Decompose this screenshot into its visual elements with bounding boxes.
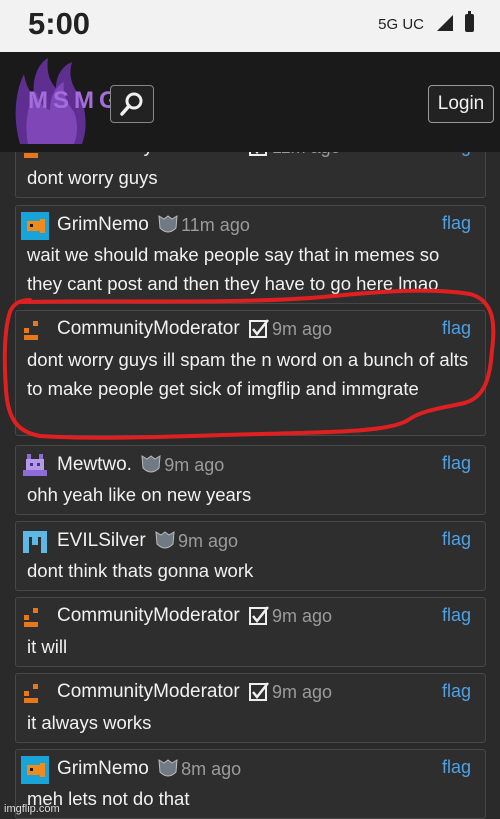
username[interactable]: EVILSilver (57, 530, 146, 551)
comment: Mewtwo. 9m ago flag ohh yeah like on new… (15, 445, 486, 515)
shield-icon (158, 759, 178, 777)
comment-text: dont worry guys (27, 167, 158, 188)
shield-icon (155, 531, 175, 549)
flag-link[interactable]: flag (442, 605, 471, 626)
comment-time: 9m ago (177, 530, 239, 551)
comment-time: 11m ago (181, 214, 250, 235)
comment-time: 8m ago (181, 758, 242, 779)
site-header: MSMG Login (0, 52, 500, 152)
login-button[interactable]: Login (428, 85, 494, 123)
signal-icon (437, 15, 453, 31)
comment: EVILSilver 9m ago flag dont think thats … (15, 521, 486, 591)
flag-link[interactable]: flag (442, 318, 471, 339)
flag-link[interactable]: flag (442, 453, 471, 474)
username[interactable]: GrimNemo (57, 758, 149, 779)
comment-time: 9m ago (271, 318, 332, 339)
comment-text: meh lets not do that (27, 788, 190, 809)
comment-text: wait we should make people say that in m… (27, 244, 440, 294)
comment-text: dont think thats gonna work (27, 560, 254, 581)
comment: GrimNemo 11m ago flag wait we should mak… (15, 205, 486, 304)
flag-link[interactable]: flag (442, 757, 471, 778)
comment-text: dont worry guys ill spam the n word on a… (27, 349, 469, 399)
search-icon (120, 92, 143, 116)
username[interactable]: CommunityModerator (57, 318, 240, 339)
checkbox-icon (248, 319, 269, 338)
watermark: imgflip.com (4, 803, 60, 815)
network-label: 5G UC (378, 16, 424, 33)
moderator-avatar-icon[interactable] (21, 680, 49, 708)
shield-icon (158, 215, 178, 233)
moderator-avatar-icon[interactable] (21, 317, 49, 345)
username[interactable]: CommunityModerator (57, 681, 240, 702)
username[interactable]: GrimNemo (57, 214, 149, 235)
comment: GrimNemo 8m ago flag meh lets not do tha… (15, 749, 486, 819)
username[interactable]: CommunityModerator (57, 605, 240, 626)
pixel-avatar-icon[interactable] (21, 528, 49, 556)
comment: CommunityModerator 9m ago flag it always… (15, 673, 486, 743)
comment-time: 9m ago (271, 605, 332, 626)
comment-highlighted: CommunityModerator 9m ago flag dont worr… (15, 310, 486, 436)
flag-link[interactable]: flag (442, 681, 471, 702)
comment: CommunityModerator 9m ago flag it will (15, 597, 486, 667)
flag-link[interactable]: flag (442, 529, 471, 550)
fish-avatar-icon[interactable] (21, 212, 49, 240)
battery-icon (465, 11, 474, 32)
search-button[interactable] (110, 85, 154, 123)
comment-text: it always works (27, 712, 152, 733)
status-bar: 5:00 5G UC (0, 0, 500, 52)
checkbox-icon (248, 606, 269, 625)
comment-text: ohh yeah like on new years (27, 484, 252, 505)
shield-icon (141, 455, 161, 473)
comment-time: 9m ago (164, 454, 225, 475)
mewtwo-avatar-icon[interactable] (21, 452, 49, 480)
logo-text: MSMG (28, 87, 123, 114)
username[interactable]: Mewtwo. (57, 454, 132, 475)
moderator-avatar-icon[interactable] (21, 604, 49, 632)
status-time: 5:00 (28, 6, 91, 41)
fish-avatar-icon[interactable] (21, 756, 49, 784)
checkbox-icon (248, 682, 269, 701)
comment-text: it will (27, 636, 68, 657)
flag-link[interactable]: flag (442, 213, 471, 234)
comment-time: 9m ago (271, 681, 332, 702)
